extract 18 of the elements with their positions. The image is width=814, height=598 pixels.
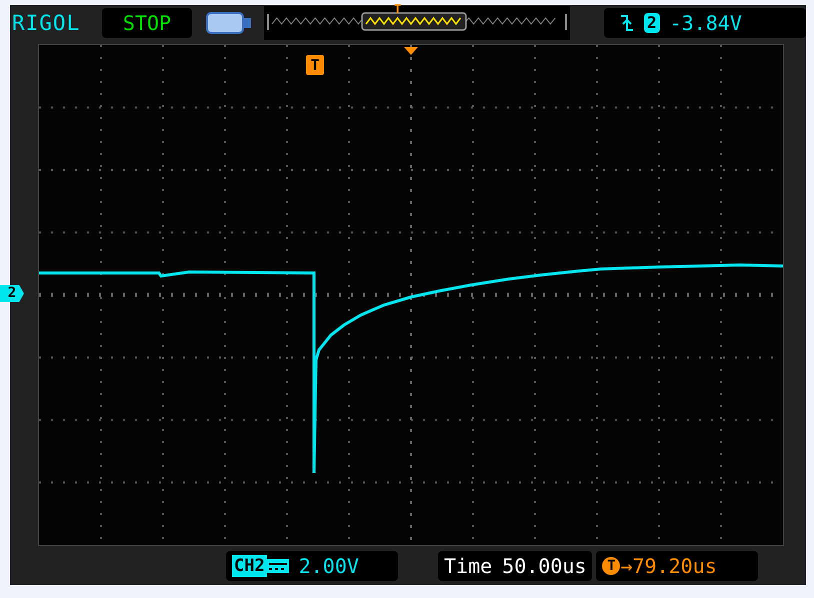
trigger-offset-marker: T xyxy=(602,556,620,575)
trigger-marker: T xyxy=(394,2,402,15)
trigger-position-icon xyxy=(404,47,418,56)
channel-label: CH2 xyxy=(232,554,267,577)
run-status: STOP xyxy=(102,8,192,38)
trigger-offset: 79.20us xyxy=(632,554,717,578)
trigger-marker: T xyxy=(306,55,324,76)
offset-arrow: → xyxy=(620,554,633,578)
trigger-level: -3.84V xyxy=(670,10,742,35)
timebase-label: Time xyxy=(444,554,492,578)
battery-icon xyxy=(206,12,252,34)
volts-per-div: 2.00V xyxy=(298,554,359,578)
coupling-icon xyxy=(266,558,289,573)
channel-marker: 2 xyxy=(0,285,24,302)
brand-label: RIGOL xyxy=(12,10,82,35)
trigger-source: 2 xyxy=(644,12,660,33)
falling-edge-icon xyxy=(620,14,634,32)
timebase-value: 50.00us xyxy=(502,554,586,578)
